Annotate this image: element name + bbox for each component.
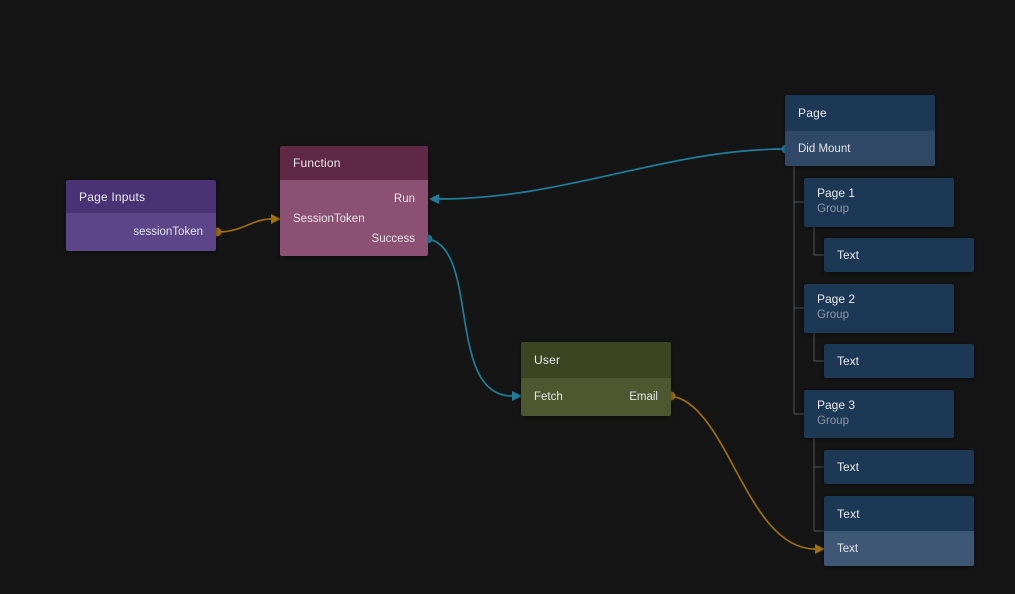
port-email-output[interactable]: Email (629, 391, 658, 403)
node-user[interactable]: User Fetch Email (521, 342, 671, 416)
port-text-input[interactable]: Text (824, 531, 974, 566)
node-text-page3-first[interactable]: Text (824, 450, 974, 484)
node-title: User (521, 342, 671, 378)
node-page-2-group[interactable]: Page 2 Group (804, 284, 954, 333)
node-text-page1[interactable]: Text (824, 238, 974, 272)
port-success-output[interactable]: Success (280, 229, 428, 249)
node-page-inputs[interactable]: Page Inputs sessionToken (66, 180, 216, 251)
port-sessiontoken-input[interactable]: SessionToken (280, 209, 428, 229)
node-page[interactable]: Page Did Mount (785, 95, 935, 166)
node-title: Text (824, 496, 974, 531)
node-function[interactable]: Function Run SessionToken Success (280, 146, 428, 256)
node-title: Text (837, 248, 859, 262)
node-subtitle: Group (817, 308, 954, 323)
port-fetch-input[interactable]: Fetch (534, 391, 563, 403)
node-title: Function (280, 146, 428, 180)
node-subtitle: Group (817, 202, 954, 217)
node-page-3-group[interactable]: Page 3 Group (804, 390, 954, 438)
node-title: Page (785, 95, 935, 131)
node-title: Text (837, 354, 859, 368)
port-run-input[interactable]: Run (280, 189, 428, 209)
edge-arrowhead (429, 194, 439, 204)
node-title: Page 2 (817, 291, 954, 308)
node-title: Page 1 (817, 185, 954, 202)
node-text-page3-second[interactable]: Text Text (824, 496, 974, 566)
port-didmount-output[interactable]: Did Mount (785, 131, 935, 166)
node-graph-canvas[interactable]: Page Inputs sessionToken Function Run Se… (0, 0, 1015, 594)
node-subtitle: Group (817, 414, 954, 429)
node-page-1-group[interactable]: Page 1 Group (804, 178, 954, 227)
node-text-page2[interactable]: Text (824, 344, 974, 378)
node-title: Page 3 (817, 397, 954, 414)
edge-didmount-to-run[interactable] (439, 149, 786, 199)
edge-sessiontoken-to-function[interactable] (217, 219, 271, 232)
port-sessiontoken-output[interactable]: sessionToken (66, 213, 216, 251)
node-title: Text (837, 460, 859, 474)
node-title: Page Inputs (66, 180, 216, 213)
edge-success-to-fetch[interactable] (428, 239, 512, 396)
edge-email-to-text[interactable] (671, 396, 815, 549)
